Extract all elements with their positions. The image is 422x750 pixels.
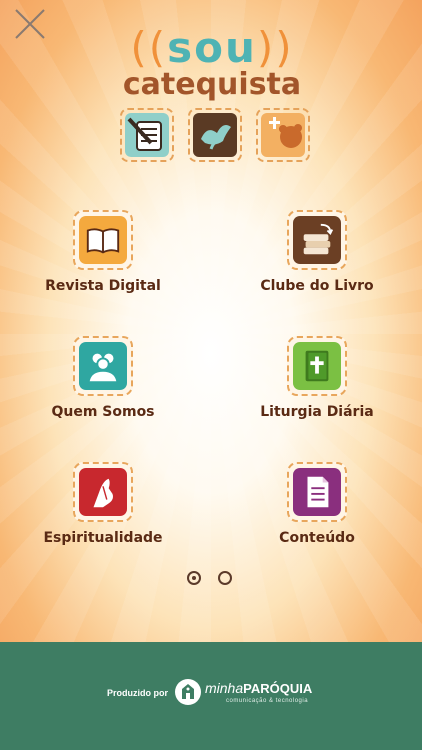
menu-item-quem-somos[interactable]: Quem Somos (33, 336, 173, 446)
menu-item-liturgia-diaria[interactable]: Liturgia Diária (247, 336, 387, 446)
dove-icon (201, 125, 231, 150)
bible-cross-icon (305, 350, 329, 382)
menu-label: Conteúdo (279, 530, 355, 546)
praying-hands-icon (93, 478, 113, 508)
footer: Produzido por minhaPARÓQUIA comunicação … (0, 642, 422, 750)
logo-tile-dove (188, 108, 242, 162)
close-icon (15, 9, 45, 39)
brand-name: minhaPARÓQUIA (205, 680, 312, 698)
logo-tiles (120, 108, 310, 164)
menu-label: Revista Digital (45, 278, 161, 294)
people-icon (89, 353, 117, 382)
minha-paroquia-logo[interactable] (175, 679, 201, 705)
menu-tile (73, 336, 133, 396)
church-icon (182, 684, 194, 699)
menu-tile (73, 210, 133, 270)
menu-tile (287, 462, 347, 522)
menu-label: Quem Somos (51, 404, 155, 420)
document-icon (307, 476, 329, 508)
book-icon (86, 228, 120, 254)
stacked-books-icon (303, 223, 334, 255)
menu-tile (287, 210, 347, 270)
app-logo: ((sou)) catequista (112, 24, 312, 174)
menu-label: Espiritualidade (43, 530, 163, 546)
menu-item-revista-digital[interactable]: Revista Digital (33, 210, 173, 320)
logo-tile-bear (256, 108, 310, 162)
close-button[interactable] (12, 6, 48, 42)
menu-item-clube-do-livro[interactable]: Clube do Livro (247, 210, 387, 320)
menu-label: Liturgia Diária (260, 404, 374, 420)
brand-tagline: comunicação & tecnologia (226, 698, 309, 704)
logo-sou: ((sou)) (130, 23, 294, 72)
logo-catequista: catequista (122, 67, 302, 102)
menu-label: Clube do Livro (260, 278, 374, 294)
menu-item-conteudo[interactable]: Conteúdo (247, 462, 387, 572)
page-dot-1[interactable] (187, 571, 201, 585)
notebook-pencil-icon (127, 117, 162, 151)
bear-cross-icon (269, 117, 302, 148)
logo-tile-notebook (120, 108, 174, 162)
brand-paroquia: PARÓQUIA (243, 681, 313, 696)
page-indicator (187, 571, 237, 587)
page-dot-2[interactable] (218, 571, 232, 585)
brand-minha: minha (205, 680, 244, 696)
menu-item-espiritualidade[interactable]: Espiritualidade (33, 462, 173, 572)
menu-tile (73, 462, 133, 522)
produced-by-text: Produzido por (107, 688, 168, 698)
menu-tile (287, 336, 347, 396)
